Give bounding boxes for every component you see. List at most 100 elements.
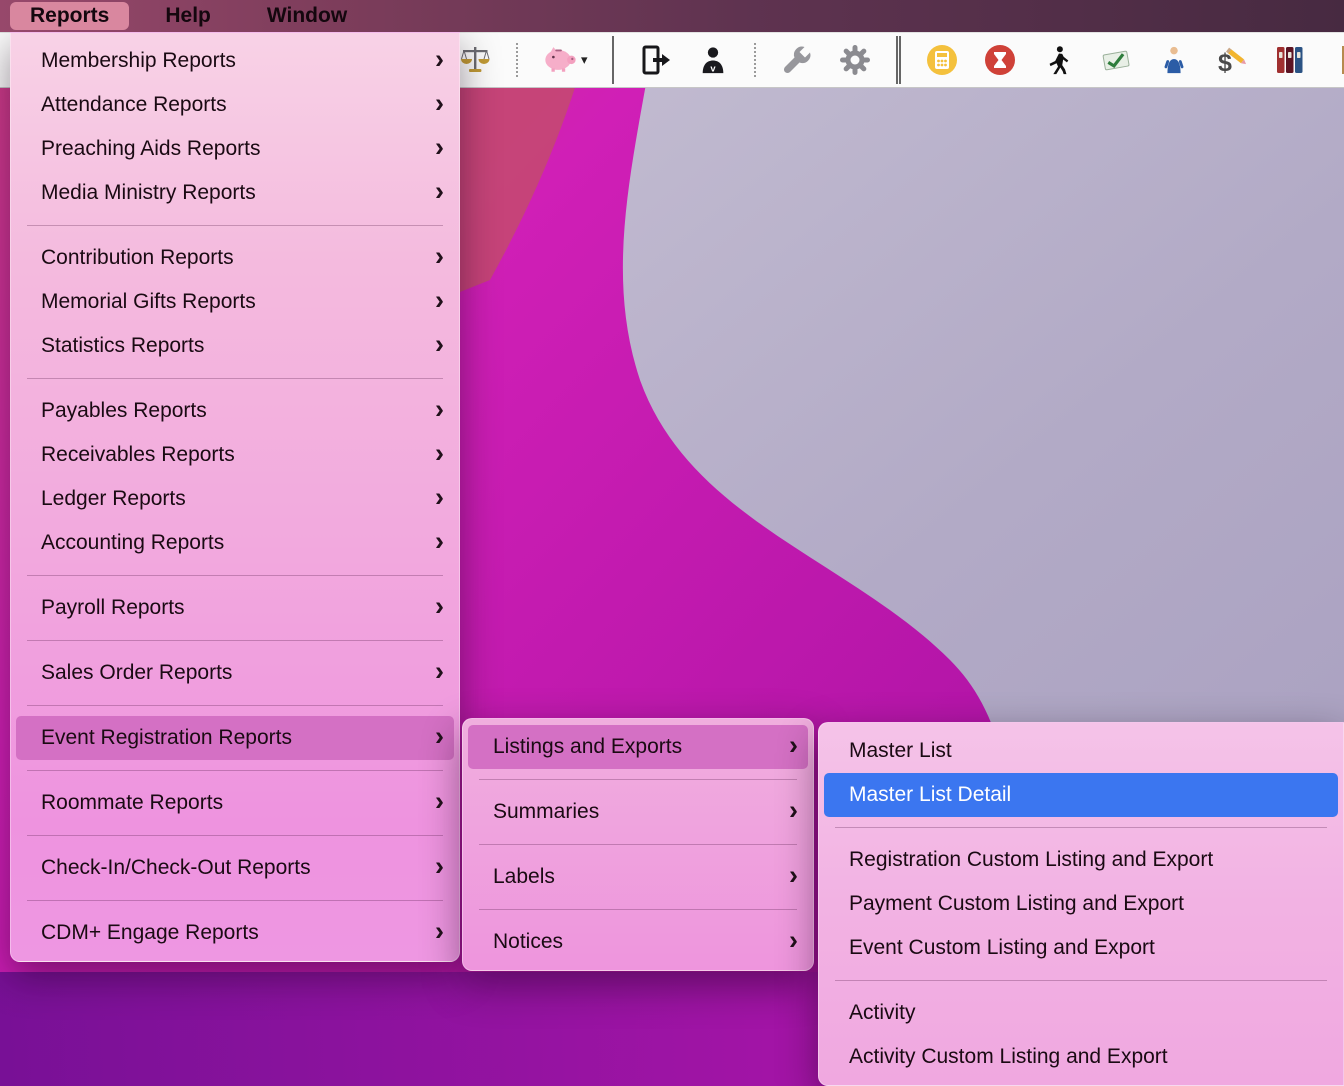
menu-item-label: Accounting Reports: [41, 531, 224, 555]
menu-item-statistics-reports[interactable]: Statistics Reports ›: [16, 324, 454, 368]
menu-item-label: Receivables Reports: [41, 443, 235, 467]
menu-item-label: Memorial Gifts Reports: [41, 290, 256, 314]
menu-item-listings-and-exports[interactable]: Listings and Exports ›: [468, 725, 808, 769]
menu-item-cdm-engage-reports[interactable]: CDM+ Engage Reports ›: [16, 911, 454, 955]
piggy-bank-button[interactable]: ▾: [542, 43, 588, 78]
menu-item-contribution-reports[interactable]: Contribution Reports ›: [16, 236, 454, 280]
menu-item-master-list-detail[interactable]: Master List Detail: [824, 773, 1338, 817]
submenu-chevron-icon: ›: [789, 797, 798, 824]
menu-item-ledger-reports[interactable]: Ledger Reports ›: [16, 477, 454, 521]
menu-item-receivables-reports[interactable]: Receivables Reports ›: [16, 433, 454, 477]
submenu-chevron-icon: ›: [435, 440, 444, 467]
submenu-chevron-icon: ›: [435, 484, 444, 511]
piggy-bank-icon: [542, 43, 578, 78]
menu-item-payment-custom-listing-and-export[interactable]: Payment Custom Listing and Export: [824, 882, 1338, 926]
submenu-chevron-icon: ›: [789, 927, 798, 954]
menu-item-summaries[interactable]: Summaries ›: [468, 790, 808, 834]
scales-icon[interactable]: [458, 40, 492, 80]
menu-item-registration-custom-listing-and-export[interactable]: Registration Custom Listing and Export: [824, 838, 1338, 882]
submenu-chevron-icon: ›: [435, 788, 444, 815]
menubar-item-reports[interactable]: Reports: [10, 2, 129, 30]
menu-item-label: Roommate Reports: [41, 791, 223, 815]
event-registration-submenu: Listings and Exports › Summaries › Label…: [462, 718, 814, 971]
ledger-edge-icon[interactable]: [1331, 40, 1344, 80]
menu-item-preaching-aids-reports[interactable]: Preaching Aids Reports ›: [16, 127, 454, 171]
menu-item-label: Notices: [493, 930, 563, 954]
menubar-item-window[interactable]: Window: [247, 2, 367, 30]
menu-bar: Reports Help Window: [0, 0, 1344, 32]
menu-item-event-custom-listing-and-export[interactable]: Event Custom Listing and Export: [824, 926, 1338, 970]
menu-separator: [479, 779, 797, 780]
menu-item-label: Membership Reports: [41, 49, 236, 73]
menu-item-labels[interactable]: Labels ›: [468, 855, 808, 899]
menu-item-payables-reports[interactable]: Payables Reports ›: [16, 389, 454, 433]
check-register-icon[interactable]: [1099, 40, 1133, 80]
submenu-chevron-icon: ›: [435, 658, 444, 685]
submenu-chevron-icon: ›: [435, 331, 444, 358]
menu-item-membership-reports[interactable]: Membership Reports ›: [16, 39, 454, 83]
hourglass-icon[interactable]: [983, 40, 1017, 80]
menu-item-label: Event Registration Reports: [41, 726, 292, 750]
walking-person-icon[interactable]: [1041, 40, 1075, 80]
menu-item-check-in-check-out-reports[interactable]: Check-In/Check-Out Reports ›: [16, 846, 454, 890]
menu-separator: [27, 900, 443, 901]
money-pencil-icon[interactable]: $: [1215, 40, 1249, 80]
menu-separator: [27, 575, 443, 576]
menu-item-label: Master List: [849, 739, 952, 763]
menu-item-label: CDM+ Engage Reports: [41, 921, 259, 945]
menu-item-label: Payables Reports: [41, 399, 207, 423]
menu-item-event-registration-reports[interactable]: Event Registration Reports ›: [16, 716, 454, 760]
menu-item-label: Event Custom Listing and Export: [849, 936, 1155, 960]
submenu-chevron-icon: ›: [435, 528, 444, 555]
person-figure-icon[interactable]: [1157, 40, 1191, 80]
menu-separator: [27, 835, 443, 836]
menu-item-media-ministry-reports[interactable]: Media Ministry Reports ›: [16, 171, 454, 215]
toolbar-separator: [612, 36, 614, 84]
menu-separator: [835, 980, 1327, 981]
submenu-chevron-icon: ›: [435, 46, 444, 73]
submenu-chevron-icon: ›: [435, 243, 444, 270]
submenu-chevron-icon: ›: [435, 396, 444, 423]
binders-icon[interactable]: [1273, 40, 1307, 80]
submenu-chevron-icon: ›: [789, 732, 798, 759]
menu-item-label: Check-In/Check-Out Reports: [41, 856, 311, 880]
menubar-item-help[interactable]: Help: [145, 2, 231, 30]
menu-separator: [27, 640, 443, 641]
reports-menu: Membership Reports › Attendance Reports …: [10, 32, 460, 962]
menu-separator: [27, 705, 443, 706]
submenu-chevron-icon: ›: [435, 90, 444, 117]
menu-item-label: Activity Custom Listing and Export: [849, 1045, 1168, 1069]
submenu-chevron-icon: ›: [435, 723, 444, 750]
toolbar-separator: [516, 43, 518, 77]
calculator-icon[interactable]: [925, 40, 959, 80]
menu-item-activity-custom-listing-and-export[interactable]: Activity Custom Listing and Export: [824, 1035, 1338, 1079]
menu-separator: [27, 378, 443, 379]
menu-item-label: Registration Custom Listing and Export: [849, 848, 1213, 872]
toolbar-separator: [754, 43, 756, 77]
menu-item-payroll-reports[interactable]: Payroll Reports ›: [16, 586, 454, 630]
exit-door-icon[interactable]: [638, 40, 672, 80]
menu-item-master-list[interactable]: Master List: [824, 729, 1338, 773]
menu-item-notices[interactable]: Notices ›: [468, 920, 808, 964]
menu-item-label: Ledger Reports: [41, 487, 186, 511]
menu-item-label: Payment Custom Listing and Export: [849, 892, 1184, 916]
svg-text:v: v: [710, 64, 716, 74]
submenu-chevron-icon: ›: [435, 134, 444, 161]
menu-separator: [27, 225, 443, 226]
listings-exports-submenu: Master List Master List Detail Registrat…: [818, 722, 1344, 1086]
menu-item-roommate-reports[interactable]: Roommate Reports ›: [16, 781, 454, 825]
gear-icon[interactable]: [838, 40, 872, 80]
menu-separator: [27, 770, 443, 771]
dropdown-arrow-icon: ▾: [581, 52, 588, 68]
person-badge-icon[interactable]: v: [696, 40, 730, 80]
menu-item-activity[interactable]: Activity: [824, 991, 1338, 1035]
wrench-icon[interactable]: [780, 40, 814, 80]
menu-item-label: Preaching Aids Reports: [41, 137, 260, 161]
menu-item-sales-order-reports[interactable]: Sales Order Reports ›: [16, 651, 454, 695]
menu-item-accounting-reports[interactable]: Accounting Reports ›: [16, 521, 454, 565]
menu-item-label: Sales Order Reports: [41, 661, 232, 685]
menu-item-memorial-gifts-reports[interactable]: Memorial Gifts Reports ›: [16, 280, 454, 324]
submenu-chevron-icon: ›: [435, 178, 444, 205]
menu-item-label: Statistics Reports: [41, 334, 204, 358]
menu-item-attendance-reports[interactable]: Attendance Reports ›: [16, 83, 454, 127]
